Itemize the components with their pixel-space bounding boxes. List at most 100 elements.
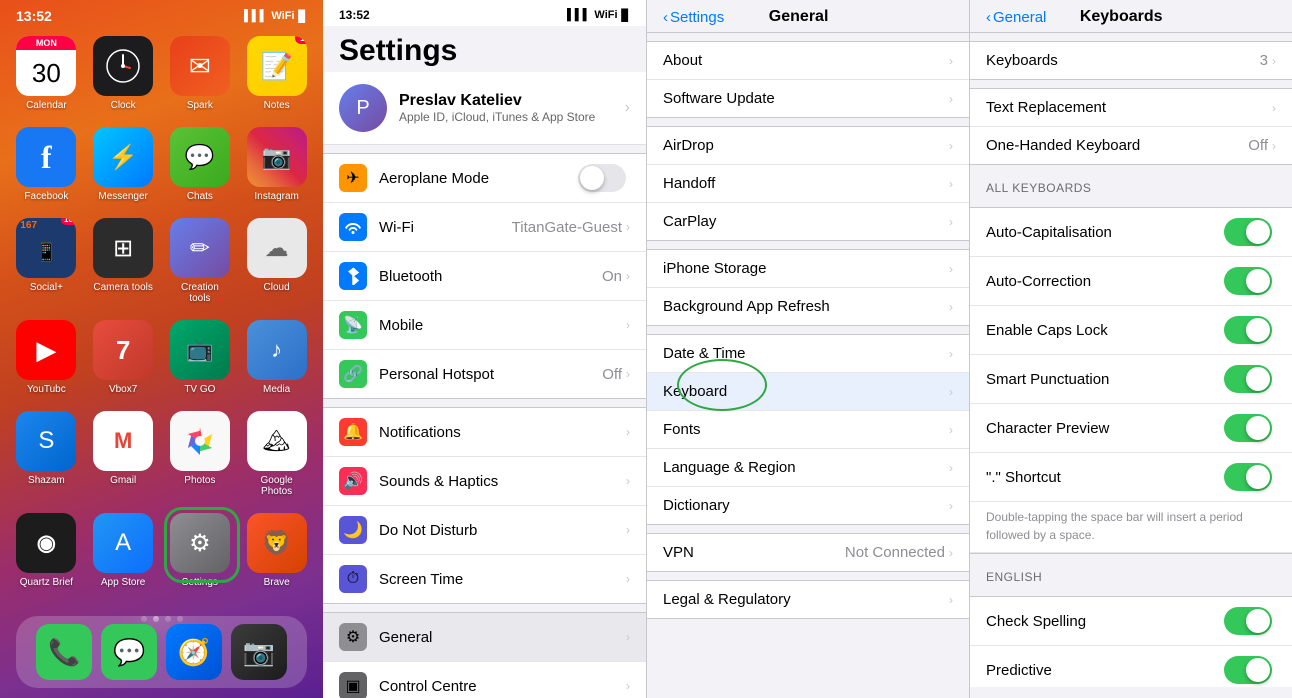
account-name: Preslav Kateliev xyxy=(399,92,595,110)
dock-messages[interactable]: 💬 xyxy=(101,624,157,680)
app-notes[interactable]: 📝 1 Notes xyxy=(246,36,307,111)
keyboards-count-section: Keyboards 3 › xyxy=(970,41,1292,80)
app-messenger[interactable]: ⚡ Messenger xyxy=(93,127,154,202)
app-gmail[interactable]: M Gmail xyxy=(93,411,154,497)
auto-correct-row[interactable]: Auto-Correction xyxy=(970,257,1292,306)
check-spelling-toggle[interactable] xyxy=(1224,607,1272,635)
screentime-row[interactable]: ⏱ Screen Time › xyxy=(323,555,646,603)
char-preview-label: Character Preview xyxy=(986,420,1224,437)
settings-notify-section: 🔔 Notifications › 🔊 Sounds & Haptics › 🌙… xyxy=(323,407,646,604)
app-youtube[interactable]: ▶ YouTubc xyxy=(16,320,77,395)
dnd-row[interactable]: 🌙 Do Not Disturb › xyxy=(323,506,646,555)
period-shortcut-row[interactable]: "." Shortcut xyxy=(970,453,1292,502)
app-quartz-brief[interactable]: ◉ Quartz Brief xyxy=(16,513,77,588)
check-spelling-row[interactable]: Check Spelling xyxy=(970,597,1292,646)
dnd-label: Do Not Disturb xyxy=(379,522,626,539)
english-toggles: Check Spelling Predictive Slide to Type … xyxy=(970,596,1292,687)
period-shortcut-toggle[interactable] xyxy=(1224,463,1272,491)
app-shazam[interactable]: S Shazam xyxy=(16,411,77,497)
one-handed-label: One-Handed Keyboard xyxy=(986,137,1248,154)
general-back-button[interactable]: ‹ Settings xyxy=(663,9,724,26)
app-clock[interactable]: Clock xyxy=(93,36,154,111)
auto-cap-toggle[interactable] xyxy=(1224,218,1272,246)
app-app-store[interactable]: A App Store xyxy=(93,513,154,588)
text-replacement-label: Text Replacement xyxy=(986,99,1272,116)
text-replacement-row[interactable]: Text Replacement › xyxy=(970,89,1292,127)
vpn-row[interactable]: VPN Not Connected › xyxy=(647,534,969,571)
one-handed-row[interactable]: One-Handed Keyboard Off › xyxy=(970,127,1292,164)
sounds-row[interactable]: 🔊 Sounds & Haptics › xyxy=(323,457,646,506)
app-chats[interactable]: 💬 Chats xyxy=(170,127,231,202)
auto-cap-label: Auto-Capitalisation xyxy=(986,224,1224,241)
home-status-icons: ▌▌▌ WiFi ▊ xyxy=(244,10,307,23)
aeroplane-row[interactable]: ✈ Aeroplane Mode xyxy=(323,154,646,203)
hotspot-row[interactable]: 🔗 Personal Hotspot Off › xyxy=(323,350,646,398)
caps-lock-toggle[interactable] xyxy=(1224,316,1272,344)
app-vbox7[interactable]: 7 Vbox7 xyxy=(93,320,154,395)
date-time-row[interactable]: Date & Time › xyxy=(647,335,969,373)
bluetooth-icon xyxy=(339,262,367,290)
general-icon: ⚙ xyxy=(339,623,367,651)
app-tvgo[interactable]: 📺 TV GO xyxy=(170,320,231,395)
fonts-row[interactable]: Fonts › xyxy=(647,411,969,449)
account-row[interactable]: P Preslav Kateliev Apple ID, iCloud, iTu… xyxy=(323,72,646,145)
sounds-label: Sounds & Haptics xyxy=(379,473,626,490)
mobile-row[interactable]: 📡 Mobile › xyxy=(323,301,646,350)
app-photos[interactable]: Photos xyxy=(170,411,231,497)
predictive-toggle[interactable] xyxy=(1224,656,1272,684)
smart-punct-toggle[interactable] xyxy=(1224,365,1272,393)
keyboards-count-row[interactable]: Keyboards 3 › xyxy=(970,42,1292,79)
app-spark[interactable]: ✉ Spark xyxy=(170,36,231,111)
check-spelling-label: Check Spelling xyxy=(986,613,1224,630)
general-row[interactable]: ⚙ General › xyxy=(323,613,646,662)
settings-time: 13:52 xyxy=(339,8,370,22)
handoff-row[interactable]: Handoff › xyxy=(647,165,969,203)
predictive-row[interactable]: Predictive xyxy=(970,646,1292,687)
wifi-row[interactable]: Wi-Fi TitanGate-Guest › xyxy=(323,203,646,252)
background-refresh-row[interactable]: Background App Refresh › xyxy=(647,288,969,325)
app-media[interactable]: ♪ Media xyxy=(246,320,307,395)
dock-safari[interactable]: 🧭 xyxy=(166,624,222,680)
vpn-chevron: › xyxy=(949,546,953,560)
smart-punct-row[interactable]: Smart Punctuation xyxy=(970,355,1292,404)
keyboards-back-button[interactable]: ‹ General xyxy=(986,9,1046,26)
notifications-row[interactable]: 🔔 Notifications › xyxy=(323,408,646,457)
auto-correct-toggle[interactable] xyxy=(1224,267,1272,295)
aeroplane-toggle[interactable] xyxy=(578,164,626,192)
app-instagram[interactable]: 📷 Instagram xyxy=(246,127,307,202)
date-time-label: Date & Time xyxy=(663,345,949,362)
software-update-row[interactable]: Software Update › xyxy=(647,80,969,117)
caps-lock-row[interactable]: Enable Caps Lock xyxy=(970,306,1292,355)
auto-cap-row[interactable]: Auto-Capitalisation xyxy=(970,208,1292,257)
char-preview-row[interactable]: Character Preview xyxy=(970,404,1292,453)
dock-phone[interactable]: 📞 xyxy=(36,624,92,680)
dictionary-row[interactable]: Dictionary › xyxy=(647,487,969,524)
app-settings[interactable]: ⚙ Settings xyxy=(170,513,231,588)
app-cloud[interactable]: ☁ Cloud xyxy=(246,218,307,304)
app-creation-tools[interactable]: ✏ Creation tools xyxy=(170,218,231,304)
app-social-plus[interactable]: 167 📱 167 Social+ xyxy=(16,218,77,304)
char-preview-toggle[interactable] xyxy=(1224,414,1272,442)
dock-camera[interactable]: 📷 xyxy=(231,624,287,680)
app-label-creation: Creation tools xyxy=(170,282,231,304)
keyboards-count-label: Keyboards xyxy=(986,52,1260,69)
keyboard-row[interactable]: Keyboard › xyxy=(647,373,969,411)
app-camera-tools[interactable]: ⊞ Camera tools xyxy=(93,218,154,304)
about-row[interactable]: About › xyxy=(647,42,969,80)
app-label-instagram: Instagram xyxy=(254,191,298,202)
airdrop-row[interactable]: AirDrop › xyxy=(647,127,969,165)
app-facebook[interactable]: f Facebook xyxy=(16,127,77,202)
english-section: ENGLISH Check Spelling Predictive Slide … xyxy=(970,554,1292,687)
app-calendar[interactable]: MON 30 Calendar xyxy=(16,36,77,111)
app-brave[interactable]: 🦁 Brave xyxy=(246,513,307,588)
bluetooth-row[interactable]: Bluetooth On › xyxy=(323,252,646,301)
app-google-photos[interactable]: 🏔 Google Photos xyxy=(246,411,307,497)
legal-row[interactable]: Legal & Regulatory › xyxy=(647,581,969,618)
language-region-row[interactable]: Language & Region › xyxy=(647,449,969,487)
account-subtitle: Apple ID, iCloud, iTunes & App Store xyxy=(399,110,595,124)
screentime-label: Screen Time xyxy=(379,571,626,588)
carplay-row[interactable]: CarPlay › xyxy=(647,203,969,240)
control-centre-row[interactable]: ▣ Control Centre › xyxy=(323,662,646,698)
app-label-brave: Brave xyxy=(264,577,290,588)
iphone-storage-row[interactable]: iPhone Storage › xyxy=(647,250,969,288)
